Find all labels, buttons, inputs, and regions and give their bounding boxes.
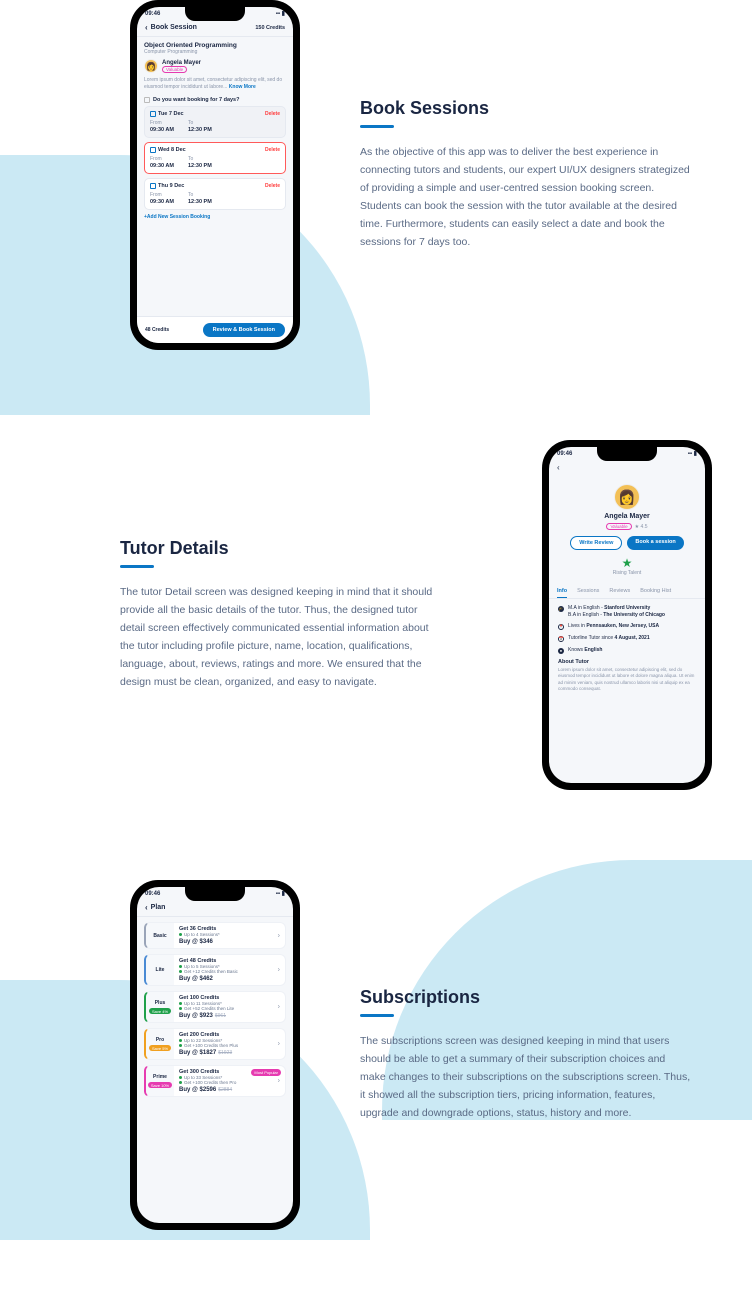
rating: ★ 4.5 <box>635 524 648 530</box>
tutor-name: Angela Mayer <box>162 60 201 66</box>
session-date: Wed 8 Dec <box>158 147 186 153</box>
section-heading: Tutor Details <box>120 538 442 559</box>
phone-mockup-subscriptions: 09:46 ▪▪ ▮ ‹ Plan Basic Get 36 Credits U… <box>130 880 300 1230</box>
plan-card-lite[interactable]: Lite Get 48 Credits Up to 5 Sessions* Ge… <box>144 954 286 986</box>
section-description: As the objective of this app was to deli… <box>360 144 692 251</box>
credits-display: 150 Credits <box>255 25 285 31</box>
session-date: Thu 9 Dec <box>158 183 184 189</box>
status-time: 09:46 <box>145 891 160 897</box>
section-description: The tutor Detail screen was designed kee… <box>120 584 442 691</box>
status-time: 09:46 <box>145 11 160 17</box>
review-book-button[interactable]: Review & Book Session <box>203 323 285 337</box>
add-new-session-link[interactable]: +Add New Session Booking <box>144 214 286 220</box>
most-popular-badge: Most Popular <box>251 1069 281 1076</box>
back-arrow-icon: ‹ <box>145 903 148 912</box>
plan-card-prime[interactable]: PrimeSave 10% Most Popular Get 300 Credi… <box>144 1065 286 1097</box>
calendar-icon <box>150 111 156 117</box>
back-arrow-icon: ‹ <box>145 23 148 32</box>
tab-booking-hist[interactable]: Booking Hist <box>640 588 671 598</box>
know-more-link[interactable]: Know More <box>229 84 256 90</box>
write-review-button[interactable]: Write Review <box>570 536 622 550</box>
star-icon: ★ <box>549 556 705 570</box>
phone-mockup-tutor-details: 09:46 ▪▪ ▮ ‹ 👩 Angela Mayer Valuable ★ 4… <box>542 440 712 790</box>
chevron-right-icon: › <box>278 967 280 974</box>
checkbox-icon <box>144 97 150 103</box>
chevron-right-icon: › <box>278 1004 280 1011</box>
tutor-badge: Valuable <box>162 66 187 73</box>
section-description: The subscriptions screen was designed ke… <box>360 1033 692 1122</box>
location-icon: 📍 <box>558 624 564 630</box>
status-time: 09:46 <box>557 451 572 457</box>
calendar-icon <box>150 147 156 153</box>
chevron-right-icon: › <box>278 1041 280 1048</box>
header-title: Book Session <box>151 24 197 31</box>
session-date: Tue 7 Dec <box>158 111 184 117</box>
plan-card-basic[interactable]: Basic Get 36 Credits Up to 4 Sessions* B… <box>144 922 286 949</box>
delete-link[interactable]: Delete <box>265 147 280 153</box>
back-arrow-icon[interactable]: ‹ <box>557 463 560 472</box>
session-card[interactable]: Wed 8 Dec Delete From09:30 AM To12:30 PM <box>144 142 286 174</box>
calendar-icon: 📅 <box>558 636 564 642</box>
chevron-right-icon: › <box>278 932 280 939</box>
tutor-badge: Valuable <box>606 523 631 530</box>
course-title: Object Oriented Programming <box>144 42 286 49</box>
session-card[interactable]: Tue 7 Dec Delete From09:30 AM To12:30 PM <box>144 106 286 138</box>
heading-underline <box>360 1014 394 1017</box>
tutor-name: Angela Mayer <box>549 513 705 520</box>
education-icon: 🎓 <box>558 606 564 612</box>
avatar: 👩 <box>614 484 640 510</box>
plan-card-plus[interactable]: PlusSave 4% Get 100 Credits Up to 11 Ses… <box>144 991 286 1023</box>
bottom-credits: 48 Credits <box>145 327 169 333</box>
status-indicators: ▪▪ ▮ <box>688 450 697 457</box>
calendar-icon <box>150 183 156 189</box>
about-text: Lorem ipsum dolor sit amet, consectetur … <box>558 667 696 692</box>
rising-talent-label: Rising Talent <box>549 570 705 576</box>
heading-underline <box>120 565 154 568</box>
header-title: Plan <box>151 904 166 911</box>
status-indicators: ▪▪ ▮ <box>276 890 285 897</box>
section-heading: Subscriptions <box>360 987 692 1008</box>
chevron-right-icon: › <box>278 1078 280 1085</box>
header-back[interactable]: ‹ Plan <box>145 903 165 912</box>
session-card[interactable]: Thu 9 Dec Delete From09:30 AM To12:30 PM <box>144 178 286 210</box>
about-heading: About Tutor <box>558 659 696 665</box>
section-heading: Book Sessions <box>360 98 692 119</box>
book-session-button[interactable]: Book a session <box>627 536 683 550</box>
status-indicators: ▪▪ ▮ <box>276 10 285 17</box>
description-text: Lorem ipsum dolor sit amet, consectetur … <box>144 77 286 90</box>
language-icon: ● <box>558 648 564 654</box>
tab-sessions[interactable]: Sessions <box>577 588 599 598</box>
seven-days-checkbox[interactable]: Do you want booking for 7 days? <box>144 94 286 106</box>
delete-link[interactable]: Delete <box>265 183 280 189</box>
phone-mockup-book-session: 09:46 ▪▪ ▮ ‹ Book Session 150 Credits Ob… <box>130 0 300 350</box>
tab-reviews[interactable]: Reviews <box>609 588 630 598</box>
avatar: 👩 <box>144 59 158 73</box>
header-back[interactable]: ‹ Book Session <box>145 23 197 32</box>
heading-underline <box>360 125 394 128</box>
delete-link[interactable]: Delete <box>265 111 280 117</box>
course-subtitle: Computer Programming <box>144 49 286 55</box>
tab-info[interactable]: Info <box>557 588 567 598</box>
